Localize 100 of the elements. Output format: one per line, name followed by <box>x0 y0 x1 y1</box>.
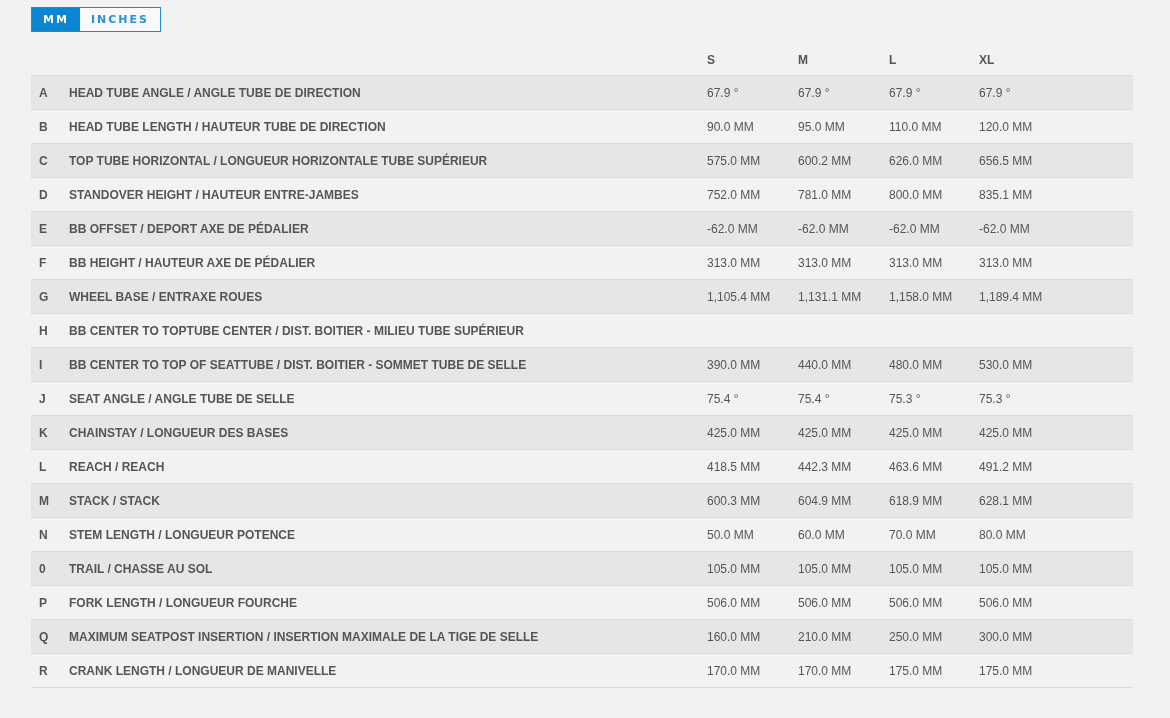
column-header: L <box>889 53 898 67</box>
table-cell-text: 1,105.4 MM <box>707 289 772 304</box>
row-letter: 0 <box>38 561 47 576</box>
table-cell-text: 313.0 MM <box>707 255 762 270</box>
table-cell-text: 442.3 MM <box>798 459 853 474</box>
table-cell-text: 506.0 MM <box>979 595 1034 610</box>
table-cell-text: 170.0 MM <box>707 663 762 678</box>
table-cell-text: 480.0 MM <box>889 357 944 372</box>
measurement-label: CHAINSTAY / LONGUEUR DES BASES <box>69 425 290 440</box>
row-letter: C <box>38 153 49 168</box>
table-cell-text: 110.0 MM <box>889 119 943 134</box>
row-letter: L <box>38 459 48 474</box>
table-cell-text: 80.0 MM <box>979 527 1027 542</box>
table-cell-text: 800.0 MM <box>889 187 944 202</box>
row-letter: N <box>38 527 49 542</box>
measurement-label: STACK / STACK <box>69 493 161 508</box>
table-cell-text: 120.0 MM <box>979 119 1034 134</box>
row-letter: J <box>38 391 47 406</box>
unit-tab[interactable]: MM <box>32 8 80 31</box>
table-cell-text: 656.5 MM <box>979 153 1034 168</box>
row-letter: Q <box>38 629 50 644</box>
table-cell-text: 506.0 MM <box>798 595 853 610</box>
table-cell-text: -62.0 MM <box>889 221 941 236</box>
table-cell-text: -62.0 MM <box>707 221 759 236</box>
table-cell-text: 175.0 MM <box>979 663 1034 678</box>
table-cell-text: 175.0 MM <box>889 663 944 678</box>
table-cell-text: 105.0 MM <box>979 561 1034 576</box>
measurement-label: BB HEIGHT / HAUTEUR AXE DE PÉDALIER <box>69 255 317 270</box>
measurement-label: TOP TUBE HORIZONTAL / LONGUEUR HORIZONTALE TUBE SUPÉRIEUR <box>69 153 489 168</box>
measurement-label: TRAIL / CHASSE AU SOL <box>69 561 214 576</box>
table-cell-text: 752.0 MM <box>707 187 762 202</box>
table-cell-text: 313.0 MM <box>889 255 944 270</box>
table-cell-text: 250.0 MM <box>889 629 944 644</box>
table-cell-text: 1,189.4 MM <box>979 289 1044 304</box>
table-cell-text: 440.0 MM <box>798 357 853 372</box>
table-cell-text: 105.0 MM <box>889 561 944 576</box>
table-cell-text: 75.4 ° <box>707 391 740 406</box>
column-header: XL <box>979 53 996 67</box>
table-cell-text: 67.9 ° <box>707 85 740 100</box>
measurement-label: STEM LENGTH / LONGUEUR POTENCE <box>69 527 296 542</box>
row-letter: R <box>38 663 49 678</box>
table-cell-text: 506.0 MM <box>889 595 944 610</box>
table-cell-text: 67.9 ° <box>979 85 1012 100</box>
table-cell-text: 75.3 ° <box>889 391 922 406</box>
table-cell-text: 75.3 ° <box>979 391 1012 406</box>
column-header: S <box>707 53 716 67</box>
unit-tab[interactable]: INCHES <box>79 8 160 31</box>
table-cell-text: 463.6 MM <box>889 459 944 474</box>
table-cell-text: 781.0 MM <box>798 187 853 202</box>
row-letter: D <box>38 187 49 202</box>
table-cell-text: 530.0 MM <box>979 357 1034 372</box>
table-cell-text: 95.0 MM <box>798 119 846 134</box>
measurement-label: STANDOVER HEIGHT / HAUTEUR ENTRE-JAMBES <box>69 187 360 202</box>
table-cell-text: 160.0 MM <box>707 629 762 644</box>
measurement-label: BB CENTER TO TOP OF SEATTUBE / DIST. BOITIER - SOMMET TUBE DE SELLE <box>69 357 528 372</box>
table-cell-text: 628.1 MM <box>979 493 1034 508</box>
row-letter: B <box>38 119 49 134</box>
table-cell-text: 105.0 MM <box>798 561 853 576</box>
table-cell-text: -62.0 MM <box>979 221 1031 236</box>
row-letter: H <box>38 323 49 338</box>
table-cell-text: 60.0 MM <box>798 527 846 542</box>
table-cell-text: 626.0 MM <box>889 153 944 168</box>
measurement-label: MAXIMUM SEATPOST INSERTION / INSERTION MAXIMALE DE LA TIGE DE SELLE <box>69 629 540 644</box>
measurement-label: REACH / REACH <box>69 459 166 474</box>
table-cell-text: 604.9 MM <box>798 493 853 508</box>
table-cell-text: 600.2 MM <box>798 153 853 168</box>
table-cell-text: 835.1 MM <box>979 187 1034 202</box>
table-cell-text: 50.0 MM <box>707 527 755 542</box>
table-cell-text: 210.0 MM <box>798 629 853 644</box>
measurement-label: BB CENTER TO TOPTUBE CENTER / DIST. BOITIER - MILIEU TUBE SUPÉRIEUR <box>69 323 525 338</box>
table-cell-text: 600.3 MM <box>707 493 762 508</box>
table-cell-text: 67.9 ° <box>889 85 922 100</box>
measurement-label: SEAT ANGLE / ANGLE TUBE DE SELLE <box>69 391 296 406</box>
table-cell-text: 313.0 MM <box>979 255 1034 270</box>
table-cell-text: 105.0 MM <box>707 561 762 576</box>
table-cell-text: 75.4 ° <box>798 391 831 406</box>
table-cell-text: 67.9 ° <box>798 85 831 100</box>
row-letter: K <box>38 425 49 440</box>
column-header: M <box>798 53 809 67</box>
table-cell-text: 1,158.0 MM <box>889 289 954 304</box>
row-letter: P <box>38 595 48 610</box>
table-cell-text: 70.0 MM <box>889 527 937 542</box>
measurement-label: CRANK LENGTH / LONGUEUR DE MANIVELLE <box>69 663 338 678</box>
table-cell-text: 425.0 MM <box>979 425 1034 440</box>
measurement-label: BB OFFSET / DEPORT AXE DE PÉDALIER <box>69 221 310 236</box>
table-cell-text: -62.0 MM <box>798 221 850 236</box>
row-letter: F <box>38 255 48 270</box>
table-cell-text: 618.9 MM <box>889 493 944 508</box>
measurement-label: HEAD TUBE ANGLE / ANGLE TUBE DE DIRECTION <box>69 85 362 100</box>
row-letter: A <box>38 85 49 100</box>
table-cell-text: 425.0 MM <box>707 425 762 440</box>
row-letter: I <box>38 357 44 372</box>
table-cell-text: 425.0 MM <box>798 425 853 440</box>
table-cell-text: 575.0 MM <box>707 153 762 168</box>
measurement-label: WHEEL BASE / ENTRAXE ROUES <box>69 289 264 304</box>
table-cell-text: 170.0 MM <box>798 663 853 678</box>
table-cell-text: 425.0 MM <box>889 425 944 440</box>
table-cell-text: 390.0 MM <box>707 357 762 372</box>
measurement-label: FORK LENGTH / LONGUEUR FOURCHE <box>69 595 298 610</box>
table-cell-text: 1,131.1 MM <box>798 289 863 304</box>
